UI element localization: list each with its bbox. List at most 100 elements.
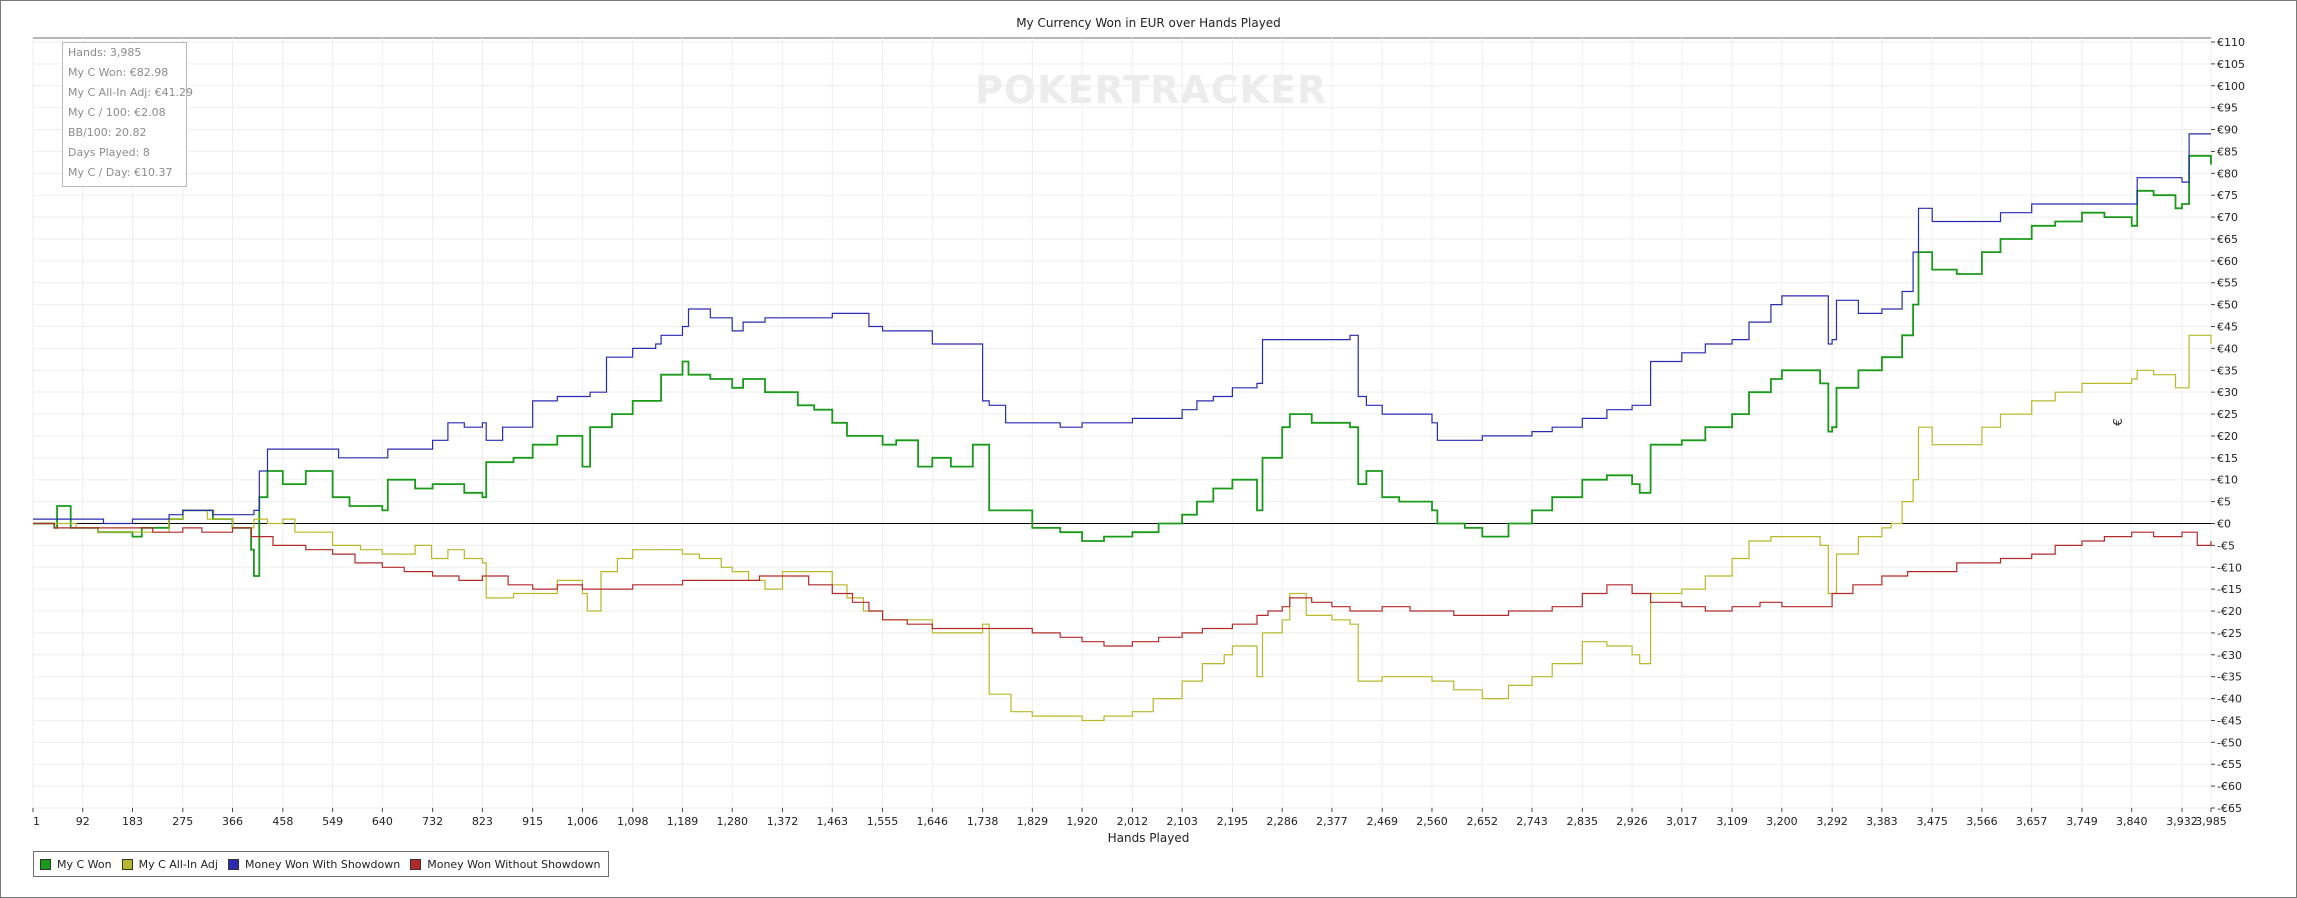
y-tick-label: -€60 [2217, 780, 2242, 793]
x-tick-label: 3,200 [1766, 815, 1798, 828]
stat-per-100: My C / 100: €2.08 [68, 106, 166, 119]
y-tick-label: €50 [2217, 299, 2238, 312]
y-axis-label: € [2110, 418, 2125, 426]
y-tick-label: €110 [2217, 36, 2245, 49]
x-tick-label: 1,280 [716, 815, 748, 828]
legend-label: Money Won Without Showdown [427, 857, 601, 871]
legend: My C Won My C All-In Adj Money Won With … [33, 851, 610, 877]
x-tick-label: 3,657 [2016, 815, 2048, 828]
y-tick-label: -€5 [2217, 539, 2235, 552]
y-tick-label: -€65 [2217, 802, 2242, 815]
stat-hands: Hands: 3,985 [68, 46, 142, 59]
x-tick-label: 275 [172, 815, 193, 828]
y-tick-label: -€15 [2217, 583, 2242, 596]
x-tick-label: 3,475 [1916, 815, 1948, 828]
x-tick-label: 640 [372, 815, 393, 828]
y-tick-label: -€10 [2217, 561, 2242, 574]
x-tick-label: 1,555 [867, 815, 899, 828]
y-tick-label: €95 [2217, 102, 2238, 115]
y-tick-label: -€20 [2217, 605, 2242, 618]
x-tick-label: 3,985 [2195, 815, 2227, 828]
x-tick-label: 2,835 [1567, 815, 1599, 828]
legend-swatch-yellow [121, 858, 133, 870]
legend-item-all-in-adj: My C All-In Adj [121, 857, 218, 871]
y-tick-label: €5 [2217, 496, 2231, 509]
x-tick-label: 2,286 [1266, 815, 1298, 828]
legend-label: Money Won With Showdown [244, 857, 401, 871]
x-tick-label: 2,469 [1366, 815, 1398, 828]
y-tick-label: €75 [2217, 189, 2238, 202]
x-tick-label: 2,652 [1467, 815, 1499, 828]
y-tick-label: -€45 [2217, 714, 2242, 727]
y-tick-label: €35 [2217, 364, 2238, 377]
y-tick-label: €25 [2217, 408, 2238, 421]
x-tick-label: 3,383 [1866, 815, 1898, 828]
x-tick-label: 3,749 [2066, 815, 2098, 828]
legend-item-with-showdown: Money Won With Showdown [227, 857, 401, 871]
y-tick-label: €0 [2217, 517, 2231, 530]
y-tick-label: €65 [2217, 233, 2238, 246]
x-tick-label: 3,292 [1816, 815, 1848, 828]
x-tick-label: 458 [272, 815, 293, 828]
y-tick-label: €15 [2217, 452, 2238, 465]
x-tick-label: 2,103 [1166, 815, 1198, 828]
y-tick-label: -€50 [2217, 736, 2242, 749]
legend-label: My C Won [57, 857, 112, 871]
x-tick-label: 732 [422, 815, 443, 828]
x-tick-label: 183 [122, 815, 143, 828]
y-tick-label: -€30 [2217, 649, 2242, 662]
stat-per-day: My C / Day: €10.37 [68, 166, 173, 179]
x-tick-label: 2,926 [1616, 815, 1648, 828]
x-tick-label: 1,646 [917, 815, 949, 828]
x-tick-label: 3,840 [2116, 815, 2148, 828]
watermark-logo: POKERTRACKER [975, 68, 1328, 112]
legend-swatch-green [40, 858, 51, 870]
legend-swatch-blue [227, 858, 239, 870]
x-tick-label: 2,743 [1516, 815, 1548, 828]
x-tick-label: 823 [472, 815, 493, 828]
y-tick-label: €20 [2217, 430, 2238, 443]
y-tick-label: -€25 [2217, 627, 2242, 640]
y-tick-label: €85 [2217, 145, 2238, 158]
y-tick-label: €80 [2217, 167, 2238, 180]
y-tick-label: €45 [2217, 321, 2238, 334]
y-tick-label: €90 [2217, 124, 2238, 137]
y-tick-label: -€40 [2217, 693, 2242, 706]
y-tick-label: €100 [2217, 80, 2245, 93]
y-tick-label: €30 [2217, 386, 2238, 399]
x-tick-label: 1,920 [1066, 815, 1098, 828]
stat-days: Days Played: 8 [68, 146, 150, 159]
x-tick-label: 2,377 [1316, 815, 1348, 828]
x-tick-label: 2,012 [1117, 815, 1149, 828]
x-tick-label: 3,566 [1966, 815, 1998, 828]
x-tick-label: 1,463 [817, 815, 849, 828]
x-axis-label: Hands Played [1107, 831, 1190, 845]
stats-box: Hands: 3,985 My C Won: €82.98 My C All-I… [62, 42, 194, 187]
x-tick-label: 1,098 [617, 815, 649, 828]
x-tick-label: 915 [522, 815, 543, 828]
legend-label: My C All-In Adj [138, 857, 218, 871]
x-tick-label: 3,932 [2166, 815, 2198, 828]
x-tick-label: 3,109 [1716, 815, 1748, 828]
y-tick-label: €55 [2217, 277, 2238, 290]
stat-won: My C Won: €82.98 [68, 66, 169, 79]
x-tick-label: 1,829 [1017, 815, 1049, 828]
x-tick-label: 1 [33, 815, 40, 828]
stat-bb-100: BB/100: 20.82 [68, 126, 147, 139]
x-tick-label: 1,738 [967, 815, 999, 828]
legend-item-without-showdown: Money Won Without Showdown [410, 858, 600, 871]
y-tick-label: -€35 [2217, 671, 2242, 684]
x-tick-label: 1,189 [667, 815, 699, 828]
y-tick-label: €60 [2217, 255, 2238, 268]
x-tick-label: 549 [322, 815, 343, 828]
stat-allin-adj: My C All-In Adj: €41.29 [68, 86, 194, 99]
y-tick-label: €70 [2217, 211, 2238, 224]
legend-item-my-c-won: My C Won [40, 858, 112, 871]
x-tick-label: 92 [76, 815, 90, 828]
x-tick-label: 366 [222, 815, 243, 828]
x-tick-label: 1,372 [767, 815, 799, 828]
y-tick-label: €10 [2217, 474, 2238, 487]
y-tick-label: -€55 [2217, 758, 2242, 771]
x-tick-label: 3,017 [1666, 815, 1698, 828]
y-tick-label: €105 [2217, 58, 2245, 71]
